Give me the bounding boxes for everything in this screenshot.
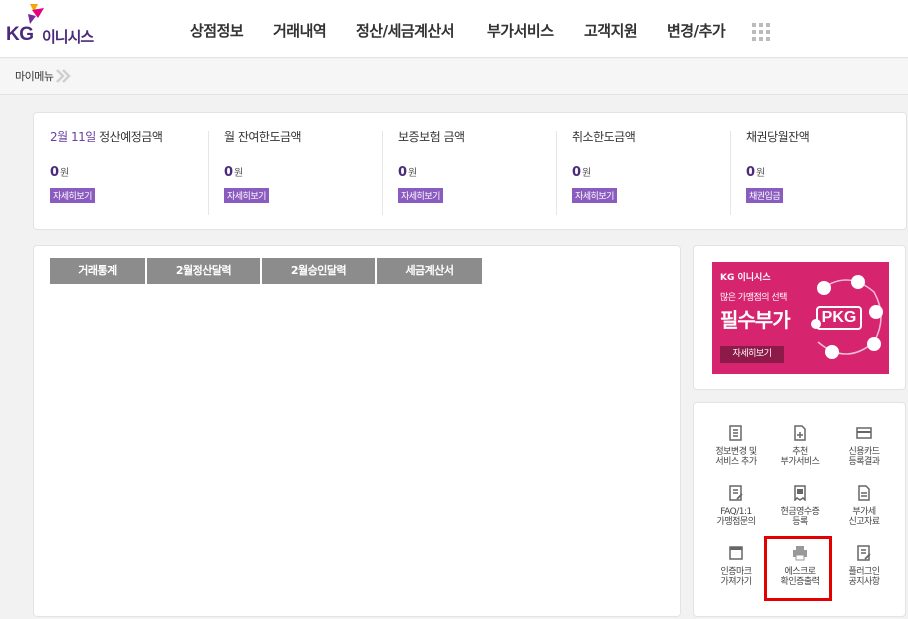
document-plus-icon [794,425,806,441]
divider [556,131,557,215]
edit-document-icon [729,485,743,501]
quick-label: 현금영수증 등록 [780,507,820,527]
quick-escrow-print[interactable]: 에스크로 확인증출력 [769,545,831,587]
kg-inicis-logo[interactable]: KG 이니시스 [6,4,106,52]
quick-label: 추천 부가서비스 [780,447,820,467]
quick-label: 정보변경 및 서비스 추가 [715,447,757,467]
top-header: KG 이니시스 상점정보 거래내역 정산/세금계산서 부가서비스 고객지원 변경… [0,0,908,58]
stat-settlement-expected: 2월 11일 정산예정금액 0원 자세히보기 [50,128,220,203]
stat-date: 2월 11일 [50,130,96,144]
quick-cert-mark[interactable]: 인증마크 가져가기 [705,545,767,587]
stat-unit: 원 [60,168,70,179]
quick-label: 부가세 신고자료 [848,507,880,527]
quick-label: FAQ/1:1 가맹점문의 [716,507,756,527]
tab-approval-calendar[interactable]: 2월승인달력 [262,258,375,284]
stat-unit: 원 [582,168,592,179]
detail-button[interactable]: 자세히보기 [224,188,269,203]
logo-inicis-text: 이니시스 [42,28,94,46]
divider [382,131,383,215]
stat-title: 채권당월잔액 [746,130,810,144]
stat-title: 정산예정금액 [99,130,163,144]
logo-kg-text: KG [6,24,34,45]
stat-unit: 원 [756,168,766,179]
stat-unit: 원 [234,168,244,179]
banner-pkg-badge: PKG [816,306,862,330]
stat-amount: 0 [50,165,60,180]
stat-title: 취소한도금액 [572,130,636,144]
stat-amount: 0 [746,165,756,180]
divider [208,131,209,215]
pkg-promo-banner[interactable]: KG 이니시스 많은 가맹점의 선택 필수부가 PKG 자세히보기 [712,262,889,374]
quick-label: 플러그인 공지사항 [848,567,880,587]
breadcrumb-bar: 마이메뉴 [0,59,908,95]
window-icon [729,546,743,560]
all-menu-grid-icon[interactable] [752,23,770,41]
quick-label: 에스크로 확인증출력 [780,567,820,587]
stat-title: 보증보험 금액 [398,130,465,144]
receipt-icon [794,485,806,501]
nav-store-info[interactable]: 상점정보 [190,20,244,41]
document-icon [858,485,870,501]
credit-card-icon [856,427,872,439]
nav-customer-support[interactable]: 고객지원 [584,20,638,41]
list-icon [729,425,742,441]
printer-icon [793,546,807,561]
double-chevron-right-icon [56,69,71,83]
stat-guarantee-insurance: 보증보험 금액 0원 자세히보기 [398,128,568,203]
stat-monthly-limit: 월 잔여한도금액 0원 자세히보기 [224,128,394,203]
quick-vat-report[interactable]: 부가세 신고자료 [833,485,895,527]
quick-recommended-services[interactable]: 추천 부가서비스 [769,425,831,467]
nav-settlement-tax[interactable]: 정산/세금계산서 [356,20,455,41]
stat-unit: 원 [408,168,418,179]
quick-faq-inquiry[interactable]: FAQ/1:1 가맹점문의 [705,485,767,527]
nav-change-add[interactable]: 변경/추가 [667,20,726,41]
stat-cancel-limit: 취소한도금액 0원 자세히보기 [572,128,742,203]
main-content-card: 거래통계 2월정산달력 2월승인달력 세금계산서 [33,245,681,617]
banner-card: KG 이니시스 많은 가맹점의 선택 필수부가 PKG 자세히보기 [693,245,906,390]
quick-menu-card: 정보변경 및 서비스 추가 추천 부가서비스 신용카드 등록결과 FAQ/1:1… [693,402,906,617]
summary-card: 2월 11일 정산예정금액 0원 자세히보기 월 잔여한도금액 0원 자세히보기… [33,112,907,230]
stat-amount: 0 [572,165,582,180]
banner-logo: KG 이니시스 [720,273,771,283]
stat-amount: 0 [398,165,408,180]
divider [730,131,731,215]
quick-plugin-notice[interactable]: 플러그인 공지사항 [833,545,895,587]
tab-transaction-stats[interactable]: 거래통계 [50,258,145,284]
detail-button[interactable]: 자세히보기 [398,188,443,203]
banner-detail-button[interactable]: 자세히보기 [720,346,784,363]
stat-title: 월 잔여한도금액 [224,130,302,144]
detail-button[interactable]: 자세히보기 [50,188,95,203]
quick-label: 인증마크 가져가기 [720,567,752,587]
breadcrumb[interactable]: 마이메뉴 [15,68,54,84]
tab-settlement-calendar[interactable]: 2월정산달력 [147,258,260,284]
notice-icon [857,545,871,561]
nav-additional-services[interactable]: 부가서비스 [487,20,554,41]
bond-deposit-button[interactable]: 채권입금 [746,188,784,203]
stat-bond-balance: 채권당월잔액 0원 채권입금 [746,128,908,203]
stat-amount: 0 [224,165,234,180]
detail-button[interactable]: 자세히보기 [572,188,617,203]
banner-title: 필수부가 [720,308,791,332]
banner-subtitle: 많은 가맹점의 선택 [720,293,787,303]
quick-info-change[interactable]: 정보변경 및 서비스 추가 [705,425,767,467]
quick-label: 신용카드 등록결과 [848,447,880,467]
nav-transactions[interactable]: 거래내역 [273,20,327,41]
quick-cash-receipt[interactable]: 현금영수증 등록 [769,485,831,527]
tab-tax-invoice[interactable]: 세금계산서 [377,258,482,284]
quick-credit-card-result[interactable]: 신용카드 등록결과 [833,425,895,467]
